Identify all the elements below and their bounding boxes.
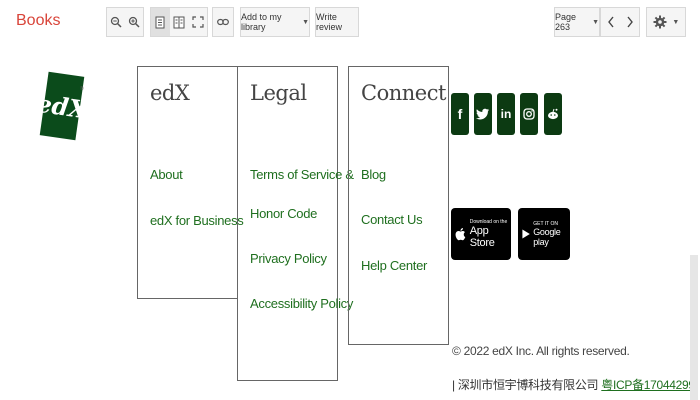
privacy-policy-link[interactable]: Privacy Policy	[250, 251, 327, 266]
link-icon[interactable]	[212, 7, 234, 37]
apple-icon	[455, 228, 466, 241]
contact-us-link[interactable]: Contact Us	[361, 212, 423, 227]
zoom-in-icon[interactable]	[125, 8, 143, 36]
instagram-icon[interactable]	[520, 93, 538, 135]
google-play-icon	[522, 229, 530, 239]
next-page-icon[interactable]	[620, 8, 639, 36]
write-review-label: Write review	[316, 12, 343, 32]
books-toolbar: Books Add to my library ▼ Write review Pa…	[0, 0, 700, 44]
page-nav-controls	[600, 7, 640, 37]
legal-heading: Legal	[250, 81, 307, 105]
accessibility-policy-link[interactable]: Accessibility Policy	[250, 296, 353, 311]
view-mode-controls	[150, 7, 208, 37]
icp-company-text: | 深圳市恒宇博科技有限公司	[452, 378, 602, 392]
fullscreen-icon[interactable]	[188, 8, 207, 36]
zoom-out-icon[interactable]	[107, 8, 125, 36]
trademark-mark: ®	[80, 86, 84, 92]
icp-license-link[interactable]: 粤ICP备17044299	[601, 378, 695, 392]
app-store-large-text: App Store	[469, 225, 495, 249]
add-to-library-label: Add to my library	[241, 12, 282, 32]
gear-icon	[653, 15, 667, 29]
google-play-large-text: Google play	[533, 227, 561, 247]
twitter-icon[interactable]	[474, 93, 492, 135]
settings-button[interactable]: ▼	[646, 7, 686, 37]
facebook-icon[interactable]: f	[451, 93, 469, 135]
copyright-text: © 2022 edX Inc. All rights reserved.	[452, 344, 630, 358]
single-page-view-icon[interactable]	[151, 8, 170, 36]
two-page-view-icon[interactable]	[170, 8, 189, 36]
add-to-library-button[interactable]: Add to my library ▼	[240, 7, 310, 37]
google-play-badge[interactable]: GET IT ON Google play	[518, 208, 570, 260]
honor-code-link[interactable]: Honor Code	[250, 206, 317, 221]
logo-text: edX	[34, 88, 90, 124]
edx-for-business-link[interactable]: edX for Business	[150, 213, 244, 228]
chevron-down-icon: ▼	[302, 18, 309, 26]
linkedin-icon[interactable]: in	[497, 93, 515, 135]
previous-page-icon[interactable]	[601, 8, 620, 36]
scrollbar[interactable]	[690, 255, 698, 400]
page-select[interactable]: Page 263 ▼	[554, 7, 600, 37]
zoom-controls	[106, 7, 144, 37]
icp-line: | 深圳市恒宇博科技有限公司 粤ICP备17044299	[452, 376, 695, 393]
connect-heading: Connect	[361, 81, 446, 105]
page-select-label: Page 263	[555, 12, 577, 32]
terms-of-service-link[interactable]: Terms of Service &	[250, 167, 354, 182]
chevron-down-icon: ▼	[672, 18, 680, 26]
edx-links-column: edX About edX for Business	[137, 66, 244, 299]
edx-heading: edX	[150, 81, 190, 105]
help-center-link[interactable]: Help Center	[361, 258, 427, 273]
legal-links-column: Legal Terms of Service & Honor Code Priv…	[237, 66, 354, 381]
edx-logo[interactable]: edX	[35, 71, 89, 141]
chevron-down-icon: ▼	[592, 18, 599, 26]
books-brand[interactable]: Books	[16, 12, 60, 30]
about-link[interactable]: About	[150, 167, 183, 182]
app-store-badge[interactable]: Download on the App Store	[451, 208, 511, 260]
write-review-button[interactable]: Write review	[315, 7, 359, 37]
blog-link[interactable]: Blog	[361, 167, 386, 182]
reddit-icon[interactable]	[544, 93, 562, 135]
connect-links-column: Connect Blog Contact Us Help Center	[348, 66, 449, 345]
